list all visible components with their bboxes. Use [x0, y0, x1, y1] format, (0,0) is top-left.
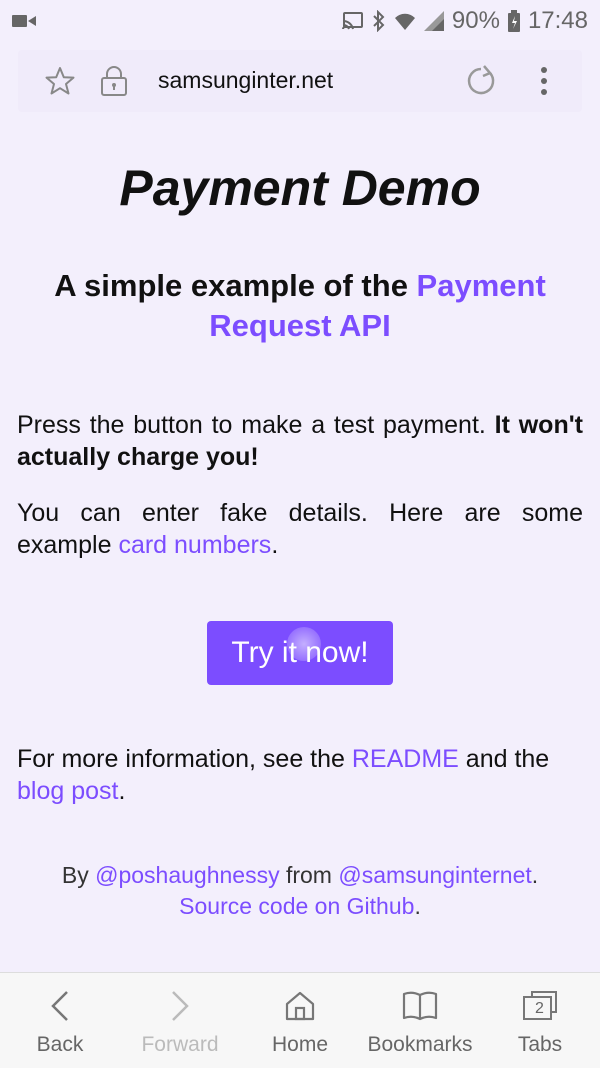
footer-dot: . [531, 862, 539, 888]
intro-text: Press the button to make a test payment. [17, 411, 495, 439]
star-icon[interactable] [44, 65, 76, 102]
nav-forward-label: Forward [141, 1033, 219, 1056]
bluetooth-icon [372, 10, 386, 32]
status-bar: 90% 17:48 [0, 0, 600, 42]
address-bar[interactable]: samsunginter.net [18, 50, 582, 112]
chevron-right-icon [170, 989, 190, 1023]
page-content: Payment Demo A simple example of the Pay… [17, 140, 583, 922]
nav-tabs-label: Tabs [517, 1033, 563, 1056]
card-numbers-link[interactable]: card numbers [118, 531, 271, 559]
reload-icon[interactable] [464, 64, 498, 103]
blog-post-link[interactable]: blog post [17, 777, 118, 805]
nav-tabs[interactable]: 2 Tabs [480, 973, 600, 1068]
footer-by: By [61, 862, 96, 888]
footer-end: . [414, 893, 421, 919]
org-link[interactable]: @samsunginternet [338, 862, 531, 888]
tabs-count: 2 [535, 1000, 544, 1017]
more-info-paragraph: For more information, see the README and… [17, 743, 583, 807]
author-link[interactable]: @poshaughnessy [95, 862, 279, 888]
details-suffix: . [271, 531, 279, 559]
intro-paragraph: Press the button to make a test payment.… [17, 409, 583, 473]
touch-ripple [287, 627, 321, 661]
try-it-now-button[interactable]: Try it now! [207, 621, 393, 685]
nav-bookmarks-label: Bookmarks [367, 1033, 473, 1056]
details-paragraph: You can enter fake details. Here are som… [17, 497, 583, 561]
nav-bookmarks[interactable]: Bookmarks [360, 973, 480, 1068]
status-icons: 90% 17:48 [341, 6, 588, 36]
bookmarks-icon [402, 989, 438, 1023]
home-icon [284, 989, 316, 1023]
lock-icon[interactable] [100, 65, 128, 102]
readme-link[interactable]: README [352, 745, 459, 773]
page-title: Payment Demo [119, 160, 481, 216]
nav-forward[interactable]: Forward [120, 973, 240, 1068]
nav-back[interactable]: Back [0, 973, 120, 1068]
wifi-icon [394, 11, 416, 31]
subtitle-text: A simple example of the [54, 268, 417, 303]
page-footer: By @poshaughnessy from @samsunginternet.… [17, 860, 583, 922]
tabs-icon: 2 [522, 989, 558, 1023]
chevron-left-icon [50, 989, 70, 1023]
bottom-nav: Back Forward Home Bookmarks 2 Tabs [0, 972, 600, 1068]
url-text[interactable]: samsunginter.net [158, 67, 333, 94]
video-camera-icon [12, 13, 36, 34]
page-subtitle: A simple example of the Payment Request … [17, 266, 583, 346]
cast-icon [341, 12, 364, 30]
clock: 17:48 [527, 7, 588, 34]
footer-from: from [279, 862, 339, 888]
nav-back-label: Back [36, 1033, 84, 1056]
more-vertical-icon[interactable] [538, 66, 550, 101]
more-info-text: For more information, see the [17, 745, 352, 773]
nav-home[interactable]: Home [240, 973, 360, 1068]
source-code-link[interactable]: Source code on Github [179, 893, 414, 919]
button-wrapper: Try it now! [17, 621, 583, 685]
details-text: You can enter fake details. Here are som… [17, 499, 583, 559]
battery-percent: 90% [451, 7, 500, 34]
signal-icon [423, 11, 444, 31]
battery-icon [507, 10, 520, 32]
more-info-mid: and the [458, 745, 550, 773]
nav-home-label: Home [271, 1033, 329, 1056]
more-info-suffix: . [118, 777, 126, 805]
